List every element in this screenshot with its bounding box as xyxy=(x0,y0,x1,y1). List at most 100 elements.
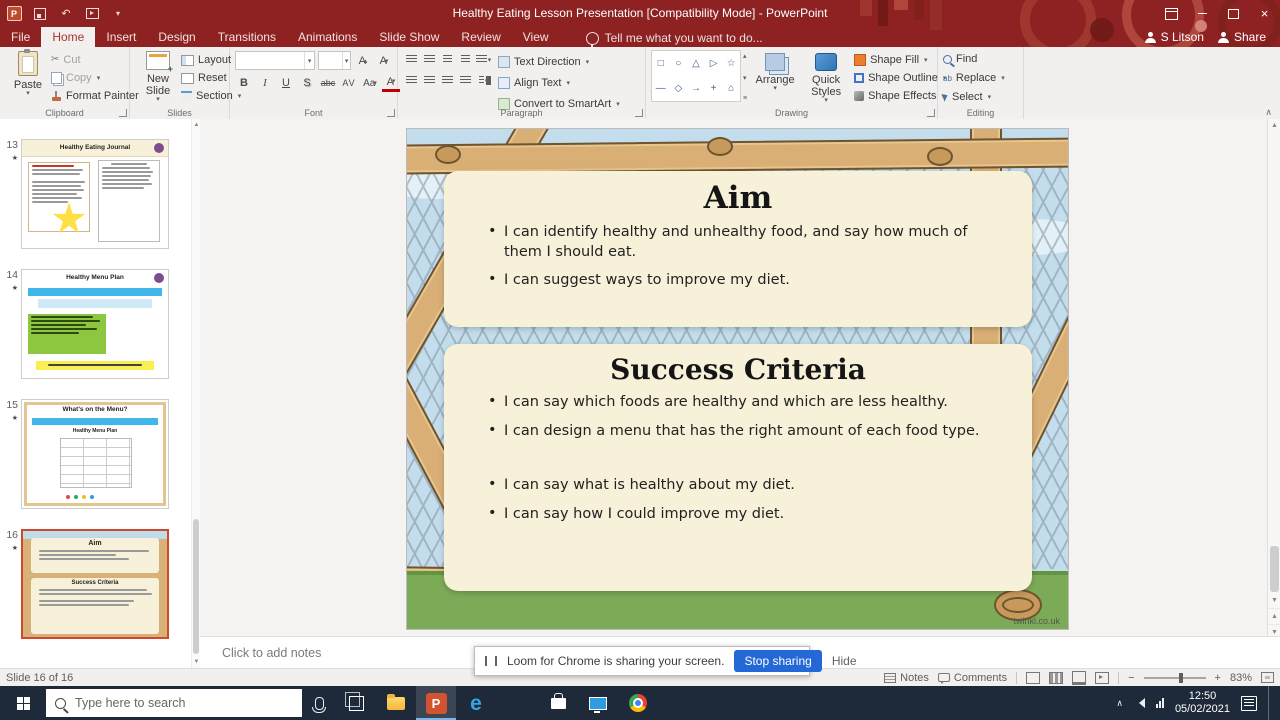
text-shadow-button[interactable]: S xyxy=(298,76,316,91)
bold-button[interactable]: B xyxy=(235,76,253,91)
shapes-gallery[interactable]: □ ○ △ ▷ ☆ — ◇ → + ⌂ xyxy=(651,50,741,102)
tab-design[interactable]: Design xyxy=(147,27,206,47)
close-button[interactable]: × xyxy=(1249,0,1280,27)
shape-triangle-icon[interactable]: △ xyxy=(692,58,700,69)
share-button[interactable]: Share xyxy=(1217,30,1266,44)
thumbnail-slide-14[interactable]: 14 ★ Healthy Menu Plan xyxy=(0,269,169,379)
success-criteria-text-box[interactable]: Success Criteria I can say which foods a… xyxy=(444,344,1032,591)
shapes-scroll-down-button[interactable]: ▾ xyxy=(743,74,747,82)
character-spacing-button[interactable]: AV xyxy=(340,76,358,91)
shape-right-triangle-icon[interactable]: ▷ xyxy=(710,58,718,69)
tab-animations[interactable]: Animations xyxy=(287,27,368,47)
slide-sorter-view-button[interactable] xyxy=(1049,671,1064,684)
fit-to-window-button[interactable] xyxy=(1261,672,1274,683)
search-input[interactable] xyxy=(73,695,293,711)
font-name-combobox[interactable]: ▾ xyxy=(235,51,316,70)
decrease-indent-button[interactable] xyxy=(439,52,456,67)
chrome-taskbar-button[interactable] xyxy=(618,686,658,720)
tab-file[interactable]: File xyxy=(0,27,41,47)
tab-transitions[interactable]: Transitions xyxy=(207,27,287,47)
numbering-button[interactable] xyxy=(421,52,438,67)
minimize-button[interactable] xyxy=(1187,0,1218,27)
text-direction-button[interactable]: Text Direction ▾ xyxy=(498,53,620,70)
quick-styles-button[interactable]: Quick Styles ▾ xyxy=(803,50,849,104)
volume-icon[interactable] xyxy=(1134,698,1145,708)
shape-square-icon[interactable]: □ xyxy=(658,58,664,69)
taskbar-clock[interactable]: 12:50 05/02/2021 xyxy=(1175,690,1230,716)
taskbar-search-box[interactable] xyxy=(46,689,302,717)
tab-slide-show[interactable]: Slide Show xyxy=(368,27,450,47)
normal-view-button[interactable] xyxy=(1026,671,1041,684)
shape-effects-button[interactable]: Shape Effects ▾ xyxy=(854,89,946,103)
action-center-icon[interactable] xyxy=(1241,695,1257,711)
customize-qat-button[interactable]: ▾ xyxy=(110,6,126,22)
shape-plus-icon[interactable]: + xyxy=(711,83,717,94)
grow-font-button[interactable]: A ▴ xyxy=(354,53,372,68)
comments-toggle-button[interactable]: Comments xyxy=(937,672,1007,684)
ribbon-display-options-button[interactable] xyxy=(1156,0,1187,27)
file-explorer-button[interactable] xyxy=(376,686,416,720)
reading-view-button[interactable] xyxy=(1072,670,1087,685)
increase-indent-button[interactable] xyxy=(457,52,474,67)
shape-line-icon[interactable]: — xyxy=(656,83,666,94)
underline-button[interactable]: U xyxy=(277,76,295,91)
columns-button[interactable]: ▾ xyxy=(475,73,492,88)
save-button[interactable] xyxy=(32,6,48,22)
thumbnail-slide-16[interactable]: 16 ★ Aim Success Criteria xyxy=(0,529,169,639)
hide-banner-button[interactable]: Hide xyxy=(832,654,857,668)
thumbnail-slide-13[interactable]: 13 ★ Healthy Eating Journal xyxy=(0,139,169,249)
editor-scrollbar[interactable]: ▲ ▼ ▲ ▼ xyxy=(1267,119,1280,640)
arrange-button[interactable]: Arrange ▾ xyxy=(752,50,798,92)
cut-button[interactable]: ✂ Cut xyxy=(51,53,139,67)
store-taskbar-button[interactable] xyxy=(538,686,578,720)
zoom-level[interactable]: 83% xyxy=(1230,672,1252,684)
tell-me-box[interactable]: Tell me what you want to do... xyxy=(585,27,763,47)
thumbnail-slide-15[interactable]: 15 ★ What's on the Menu? Healthy Menu Pla… xyxy=(0,399,169,509)
shape-arrow-icon[interactable]: → xyxy=(691,83,701,94)
align-left-button[interactable] xyxy=(403,73,420,88)
task-view-button[interactable] xyxy=(336,686,376,720)
italic-button[interactable]: I xyxy=(256,76,274,91)
scroll-down-arrow[interactable]: ▼ xyxy=(1268,594,1280,608)
shapes-more-button[interactable]: ≡ xyxy=(743,95,747,102)
justify-button[interactable] xyxy=(457,73,474,88)
show-desktop-button[interactable] xyxy=(1268,686,1274,720)
new-slide-button[interactable]: New Slide ▾ xyxy=(135,50,181,103)
scroll-up-arrow[interactable]: ▲ xyxy=(1268,119,1280,133)
zoom-slider[interactable] xyxy=(1143,672,1206,683)
change-case-button[interactable]: Aa ▾ xyxy=(361,76,379,91)
aim-text-box[interactable]: Aim I can identify healthy and unhealthy… xyxy=(444,171,1032,327)
powerpoint-taskbar-button[interactable]: P xyxy=(416,686,456,720)
collapse-ribbon-button[interactable]: ∧ xyxy=(1265,107,1272,118)
tab-view[interactable]: View xyxy=(512,27,560,47)
shape-outline-button[interactable]: Shape Outline ▾ xyxy=(854,71,946,85)
replace-button[interactable]: Replace▾ xyxy=(943,71,1005,85)
stop-sharing-button[interactable]: Stop sharing xyxy=(734,650,822,672)
line-spacing-button[interactable]: ▾ xyxy=(475,52,492,67)
start-button[interactable] xyxy=(0,686,46,720)
edge-taskbar-button[interactable]: e xyxy=(456,686,496,720)
shrink-font-button[interactable]: A ▾ xyxy=(375,53,393,68)
font-name-input[interactable] xyxy=(236,52,305,69)
drawing-dialog-launcher[interactable] xyxy=(927,109,935,117)
shape-circle-icon[interactable]: ○ xyxy=(675,58,681,69)
shape-diamond-icon[interactable]: ◇ xyxy=(675,83,683,94)
scrollbar-thumb[interactable] xyxy=(1270,546,1279,592)
tab-review[interactable]: Review xyxy=(450,27,511,47)
copy-button[interactable]: Copy ▾ xyxy=(51,71,139,85)
notes-toggle-button[interactable]: Notes xyxy=(884,672,929,684)
notes-placeholder[interactable]: Click to add notes xyxy=(222,646,321,660)
select-button[interactable]: Select ▾ xyxy=(941,90,991,104)
tray-expand-button[interactable]: ∧ xyxy=(1116,698,1123,709)
strikethrough-button[interactable]: abc xyxy=(319,76,337,91)
slide-canvas[interactable]: twinkl.co.uk Aim I can identify healthy … xyxy=(406,128,1069,630)
paragraph-dialog-launcher[interactable] xyxy=(635,109,643,117)
font-size-combobox[interactable]: ▾ xyxy=(318,51,351,70)
tab-home[interactable]: Home xyxy=(41,27,96,47)
clipboard-dialog-launcher[interactable] xyxy=(119,109,127,117)
bullets-button[interactable] xyxy=(403,52,420,67)
maximize-button[interactable] xyxy=(1218,0,1249,27)
scrollbar-thumb[interactable] xyxy=(193,519,199,654)
font-size-input[interactable] xyxy=(319,52,343,69)
display-app-button[interactable] xyxy=(578,686,618,720)
